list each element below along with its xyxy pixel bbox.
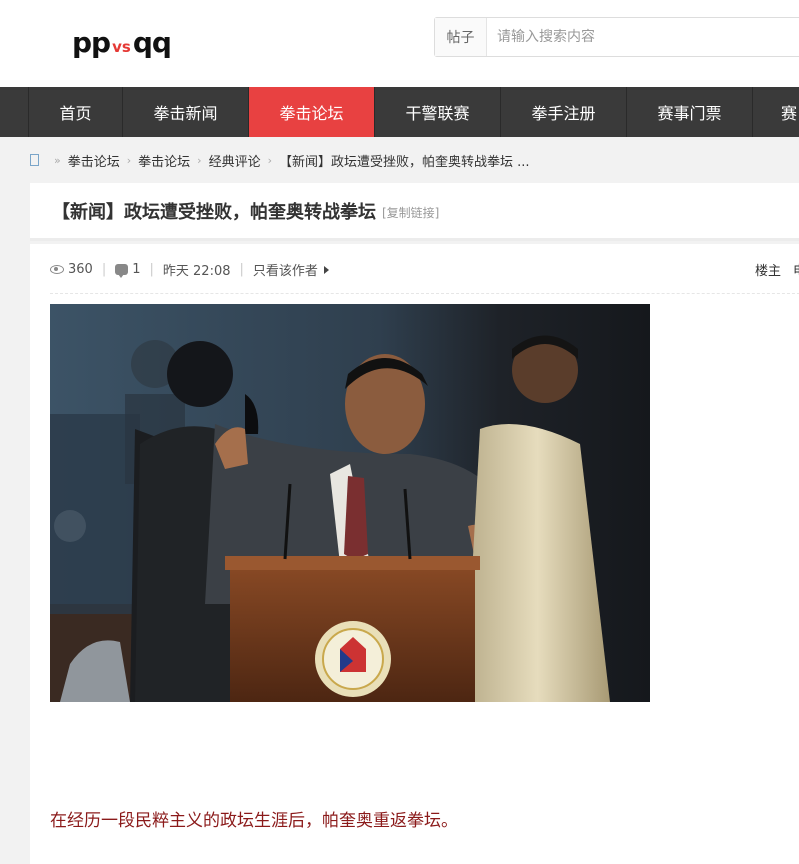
post-content: 360 | 1 | 昨天 22:08 | 只看该作者 楼主 电 — [30, 244, 799, 864]
logo-text-vs: vs — [112, 38, 131, 56]
post-meta: 360 | 1 | 昨天 22:08 | 只看该作者 — [50, 260, 329, 279]
search-input[interactable] — [487, 18, 799, 56]
nav-item-boxing-news[interactable]: 拳击新闻 — [123, 87, 249, 137]
nav-item-boxing-forum[interactable]: 拳击论坛 — [249, 87, 375, 137]
floor-extra[interactable]: 电 — [793, 260, 799, 279]
meta-divider: | — [149, 262, 154, 277]
caret-right-icon — [323, 265, 329, 274]
nav-lead-spacer — [0, 87, 29, 137]
post-title: 【新闻】政坛遭受挫败，帕奎奥转战拳坛 — [52, 201, 376, 223]
meta-divider: | — [239, 262, 244, 277]
nav-item-home[interactable]: 首页 — [29, 87, 123, 137]
nav-item-boxer-register[interactable]: 拳手注册 — [501, 87, 627, 137]
post-photo — [50, 304, 650, 702]
site-logo[interactable]: pp vs qq — [72, 26, 172, 59]
breadcrumb-separator: » — [54, 153, 61, 167]
post-time: 昨天 22:08 — [162, 264, 231, 279]
home-icon[interactable] — [30, 154, 39, 166]
nav-item-tickets[interactable]: 赛事门票 — [627, 87, 753, 137]
main-nav: 首页 拳击新闻 拳击论坛 干警联赛 拳手注册 赛事门票 赛 — [0, 87, 799, 137]
eye-icon — [50, 265, 64, 274]
breadcrumb-arrow: › — [267, 153, 272, 167]
breadcrumb-arrow: › — [126, 153, 132, 167]
floor-label: 楼主 — [755, 264, 782, 279]
only-author-link[interactable]: 只看该作者 — [253, 260, 329, 279]
logo-text-pp: pp — [72, 26, 111, 59]
breadcrumb-item-classic-review[interactable]: 经典评论 — [209, 151, 261, 170]
meta-divider: | — [101, 262, 107, 277]
breadcrumb-item-forum-2[interactable]: 拳击论坛 — [138, 151, 190, 170]
comment-count: 1 — [132, 262, 141, 277]
logo-text-qq: qq — [132, 26, 172, 59]
senate-photo-illustration — [50, 304, 650, 702]
breadcrumb-arrow: › — [197, 153, 202, 167]
search-box: 帖子 — [434, 17, 799, 57]
top-header: pp vs qq 帖子 — [0, 0, 799, 87]
post-title-box: 【新闻】政坛遭受挫败，帕奎奥转战拳坛 [复制链接] — [30, 183, 799, 241]
view-count: 360 — [68, 262, 93, 277]
nav-item-police-league[interactable]: 干警联赛 — [375, 87, 501, 137]
meta-divider-line — [50, 293, 799, 294]
copy-link-button[interactable]: [复制链接] — [382, 204, 439, 221]
breadcrumb-item-current[interactable]: 【新闻】政坛遭受挫败，帕奎奥转战拳坛 ... — [279, 151, 530, 170]
comment-icon — [115, 264, 129, 278]
nav-item-more[interactable]: 赛 — [753, 87, 799, 137]
search-type-select[interactable]: 帖子 — [435, 18, 487, 56]
breadcrumb-item-forum[interactable]: 拳击论坛 — [68, 151, 120, 170]
only-author-label: 只看该作者 — [252, 264, 318, 279]
post-body-text: 在经历一段民粹主义的政坛生涯后，帕奎奥重返拳坛。 — [50, 811, 458, 831]
breadcrumb: » 拳击论坛 › 拳击论坛 › 经典评论 › 【新闻】政坛遭受挫败，帕奎奥转战拳… — [30, 146, 530, 174]
